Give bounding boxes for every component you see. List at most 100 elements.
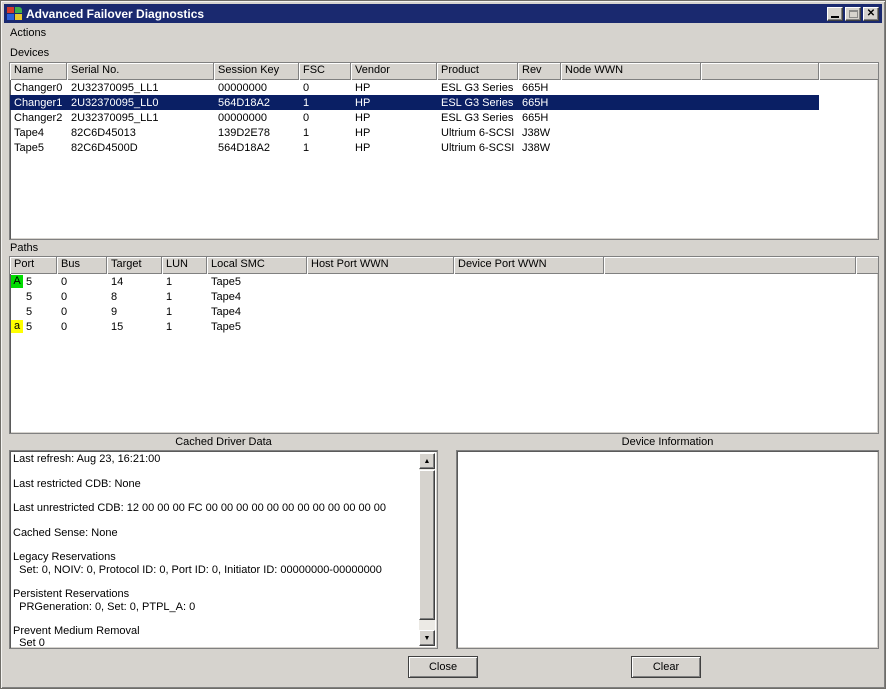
vertical-scrollbar[interactable]: ▲ ▼ [419, 453, 435, 646]
paths-header: Port Bus Target LUN Local SMC Host Port … [10, 257, 878, 274]
scroll-up-button[interactable]: ▲ [419, 453, 435, 469]
cell-local-smc: Tape5 [207, 321, 307, 333]
cell-lun: 1 [162, 291, 207, 303]
cell-rev: J38W [518, 127, 561, 139]
menu-actions[interactable]: Actions [4, 26, 52, 40]
col-header-port[interactable]: Port [10, 257, 57, 274]
cell-rev: 665H [518, 112, 561, 124]
col-header-lun[interactable]: LUN [162, 257, 207, 274]
close-window-button[interactable]: ✕ [863, 7, 879, 21]
device-information-box[interactable] [456, 450, 879, 649]
cached-driver-data-box[interactable]: Last refresh: Aug 23, 16:21:00 Last rest… [9, 450, 438, 649]
path-status-badge: A [11, 275, 23, 288]
maximize-icon [849, 10, 858, 18]
cell-serial: 2U32370095_LL0 [67, 97, 214, 109]
cell-vendor: HP [351, 97, 437, 109]
cached-driver-data-label: Cached Driver Data [9, 436, 438, 448]
cell-product: Ultrium 6-SCSI [437, 142, 518, 154]
cell-name: Tape5 [10, 142, 67, 154]
col-header-blank[interactable] [604, 257, 856, 274]
cell-port: A5 [10, 275, 57, 288]
path-row[interactable]: A50141Tape5 [10, 274, 604, 289]
col-header-node-wwn[interactable]: Node WWN [561, 63, 701, 80]
device-row[interactable]: Changer02U32370095_LL1000000000HPESL G3 … [10, 80, 819, 95]
arrow-up-icon: ▲ [424, 458, 431, 465]
maximize-button[interactable] [845, 7, 861, 21]
col-header-name[interactable]: Name [10, 63, 67, 80]
cell-bus: 0 [57, 306, 107, 318]
device-row[interactable]: Changer22U32370095_LL1000000000HPESL G3 … [10, 110, 819, 125]
devices-header: Name Serial No. Session Key FSC Vendor P… [10, 63, 878, 80]
minimize-button[interactable] [827, 7, 843, 21]
menu-bar: Actions [4, 24, 882, 41]
cell-session-key: 00000000 [214, 112, 299, 124]
devices-list[interactable]: Name Serial No. Session Key FSC Vendor P… [9, 62, 879, 240]
cell-product: ESL G3 Series [437, 112, 518, 124]
cell-vendor: HP [351, 127, 437, 139]
col-header-rev[interactable]: Rev [518, 63, 561, 80]
cell-rev: 665H [518, 82, 561, 94]
cell-vendor: HP [351, 112, 437, 124]
cell-serial: 2U32370095_LL1 [67, 112, 214, 124]
cell-name: Changer0 [10, 82, 67, 94]
cell-session-key: 564D18A2 [214, 97, 299, 109]
device-row[interactable]: Tape582C6D4500D564D18A21HPUltrium 6-SCSI… [10, 140, 819, 155]
col-header-session-key[interactable]: Session Key [214, 63, 299, 80]
clear-button[interactable]: Clear [631, 656, 701, 678]
cell-fsc: 1 [299, 97, 351, 109]
col-header-vendor[interactable]: Vendor [351, 63, 437, 80]
col-header-blank[interactable] [701, 63, 819, 80]
scrollbar-thumb[interactable] [419, 470, 435, 620]
cell-fsc: 0 [299, 82, 351, 94]
cell-serial: 82C6D4500D [67, 142, 214, 154]
cell-session-key: 00000000 [214, 82, 299, 94]
scroll-down-button[interactable]: ▼ [419, 630, 435, 646]
cell-name: Tape4 [10, 127, 67, 139]
cell-bus: 0 [57, 321, 107, 333]
cell-name: Changer1 [10, 97, 67, 109]
col-header-target[interactable]: Target [107, 257, 162, 274]
cell-lun: 1 [162, 321, 207, 333]
advanced-failover-diagnostics-window: Advanced Failover Diagnostics ✕ Actions … [0, 0, 886, 689]
col-header-serial[interactable]: Serial No. [67, 63, 214, 80]
cell-target: 14 [107, 276, 162, 288]
cell-rev: J38W [518, 142, 561, 154]
arrow-down-icon: ▼ [424, 635, 431, 642]
col-header-host-port-wwn[interactable]: Host Port WWN [307, 257, 454, 274]
cell-fsc: 1 [299, 142, 351, 154]
path-row[interactable]: a50151Tape5 [10, 319, 604, 334]
cell-serial: 2U32370095_LL1 [67, 82, 214, 94]
cell-target: 9 [107, 306, 162, 318]
path-row[interactable]: 5081Tape4 [10, 289, 604, 304]
cell-rev: 665H [518, 97, 561, 109]
device-information-label: Device Information [456, 436, 879, 448]
cell-target: 15 [107, 321, 162, 333]
cached-driver-data-text[interactable]: Last refresh: Aug 23, 16:21:00 Last rest… [13, 453, 417, 646]
paths-label: Paths [10, 242, 38, 254]
col-header-filler [856, 257, 878, 274]
close-button[interactable]: Close [408, 656, 478, 678]
cell-vendor: HP [351, 142, 437, 154]
path-row[interactable]: 5091Tape4 [10, 304, 604, 319]
device-row-selected[interactable]: Changer12U32370095_LL0564D18A21HPESL G3 … [10, 95, 819, 110]
device-information-text[interactable] [460, 453, 875, 646]
cell-port: a5 [10, 320, 57, 333]
device-row[interactable]: Tape482C6D45013139D2E781HPUltrium 6-SCSI… [10, 125, 819, 140]
cell-serial: 82C6D45013 [67, 127, 214, 139]
cell-product: ESL G3 Series [437, 82, 518, 94]
col-header-product[interactable]: Product [437, 63, 518, 80]
titlebar[interactable]: Advanced Failover Diagnostics ✕ [4, 4, 882, 23]
cell-fsc: 0 [299, 112, 351, 124]
cell-product: Ultrium 6-SCSI [437, 127, 518, 139]
cell-name: Changer2 [10, 112, 67, 124]
cell-local-smc: Tape5 [207, 276, 307, 288]
col-header-device-port-wwn[interactable]: Device Port WWN [454, 257, 604, 274]
col-header-local-smc[interactable]: Local SMC [207, 257, 307, 274]
col-header-bus[interactable]: Bus [57, 257, 107, 274]
cell-fsc: 1 [299, 127, 351, 139]
col-header-fsc[interactable]: FSC [299, 63, 351, 80]
cell-lun: 1 [162, 276, 207, 288]
devices-label: Devices [10, 47, 49, 59]
cell-bus: 0 [57, 291, 107, 303]
paths-list[interactable]: Port Bus Target LUN Local SMC Host Port … [9, 256, 879, 434]
